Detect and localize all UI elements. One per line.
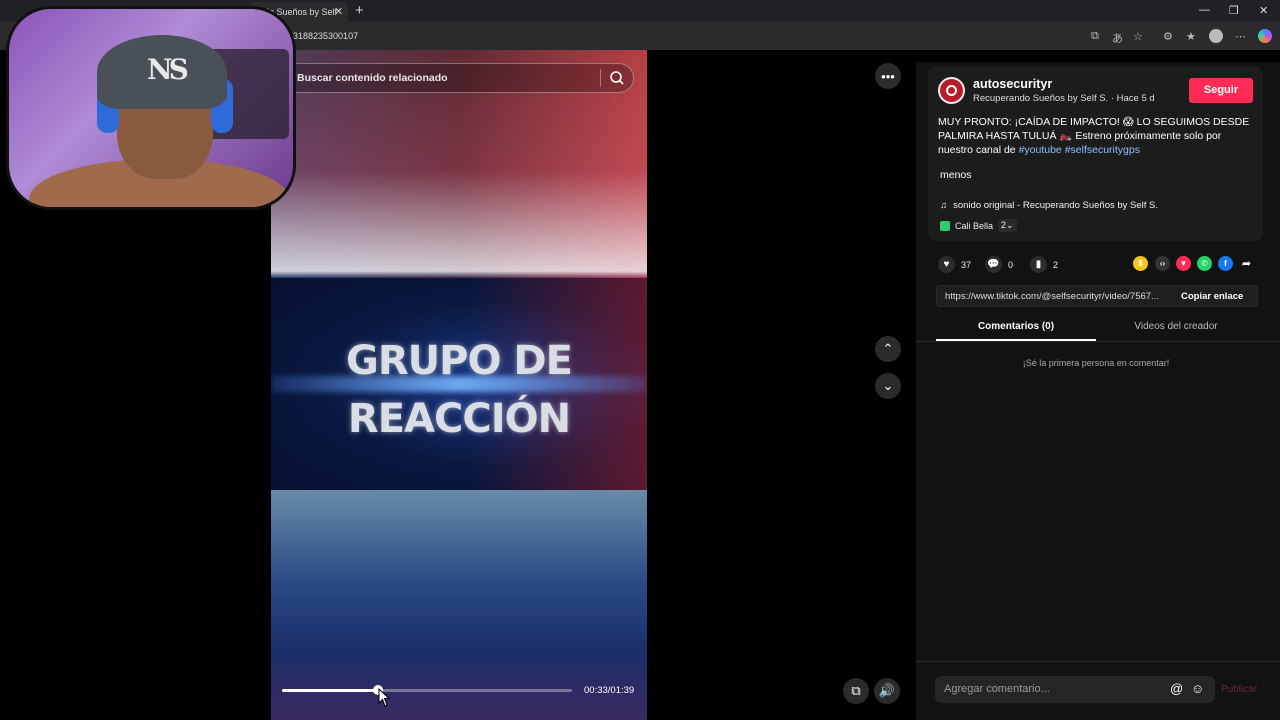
- copy-link-button[interactable]: Copiar enlace: [1181, 291, 1243, 302]
- translate-icon[interactable]: あ: [1112, 30, 1123, 46]
- next-video-button[interactable]: ⌄: [875, 373, 901, 399]
- collections-icon[interactable]: ★: [1186, 30, 1196, 43]
- progress-fill: [282, 689, 378, 692]
- minimize-icon[interactable]: —: [1199, 4, 1210, 16]
- comment-icon: 💬: [985, 256, 1002, 273]
- embed-icon[interactable]: ‹›: [1155, 256, 1170, 271]
- extensions-icon[interactable]: ⚙: [1163, 30, 1173, 43]
- send-to-friend-icon[interactable]: ▼: [1176, 256, 1191, 271]
- save-count: 2: [1053, 259, 1059, 270]
- url-text[interactable]: 53188235300107: [288, 31, 358, 41]
- pip-icon: ⧉: [851, 683, 861, 698]
- at-icon[interactable]: @: [1170, 681, 1183, 696]
- whatsapp-icon[interactable]: ✆: [1197, 256, 1212, 271]
- tab-divider: [916, 341, 1280, 342]
- close-window-icon[interactable]: ✕: [1259, 4, 1268, 17]
- collaborator-count-value: 2: [1001, 220, 1007, 230]
- favorite-star-icon[interactable]: ☆: [1133, 30, 1143, 43]
- share-link-url[interactable]: https://www.tiktok.com/@selfsecurityr/vi…: [945, 291, 1171, 302]
- volume-icon: 🔊: [878, 683, 896, 698]
- publish-button[interactable]: Publicar: [1221, 684, 1257, 695]
- creator-subline: Recuperando Sueños by Self S. · Hace 5 d: [973, 93, 1155, 104]
- music-label: sonido original - Recuperando Sueños by …: [953, 200, 1159, 211]
- comment-button[interactable]: 💬 0: [985, 256, 1013, 273]
- search-input[interactable]: Buscar contenido relacionado: [297, 72, 448, 84]
- video-caption: MUY PRONTO: ¡CAÍDA DE IMPACTO! 😱 LO SEGU…: [938, 115, 1256, 157]
- search-separator: [600, 69, 601, 87]
- restore-icon[interactable]: ❐: [1229, 4, 1239, 17]
- open-in-app-icon[interactable]: ⧉: [1091, 30, 1099, 43]
- like-count: 37: [961, 259, 972, 270]
- empty-comments-message: ¡Sé la primera persona en comentar!: [1022, 358, 1170, 368]
- more-options-button[interactable]: •••: [875, 63, 901, 89]
- tab-creator-videos[interactable]: Videos del creador: [1096, 321, 1256, 332]
- creator-username[interactable]: autosecurityr: [973, 77, 1052, 91]
- creator-avatar[interactable]: [938, 77, 965, 104]
- tab-close-icon[interactable]: ✕: [334, 5, 343, 18]
- video-title-overlay: GRUPO DE REACCIÓN: [271, 332, 647, 448]
- like-button[interactable]: ♥ 37: [938, 256, 971, 273]
- emoji-icon[interactable]: ☺: [1191, 681, 1204, 696]
- mouse-cursor-icon: [378, 688, 391, 707]
- music-note-icon: ♫: [940, 200, 948, 211]
- avatar-inner: [946, 85, 957, 96]
- comment-divider: [916, 661, 1280, 662]
- music-info[interactable]: ♫ sonido original - Recuperando Sueños by…: [940, 200, 1158, 211]
- video-title-line2: REACCIÓN: [347, 396, 571, 442]
- show-less-link[interactable]: menos: [940, 169, 972, 181]
- time-readout: 00:33/01:39: [584, 685, 635, 696]
- save-button[interactable]: ▮ 2: [1030, 256, 1058, 273]
- share-arrow-icon[interactable]: ➦: [1239, 256, 1254, 271]
- previous-video-button[interactable]: ⌃: [875, 336, 901, 362]
- volume-button[interactable]: 🔊: [874, 678, 900, 704]
- cap-logo: NS: [147, 53, 189, 86]
- collaborator-icon: [940, 220, 950, 231]
- chevron-down-icon: ⌄: [882, 378, 894, 393]
- copilot-icon[interactable]: [1258, 29, 1272, 43]
- more-icon: •••: [881, 68, 895, 84]
- video-progress-bar[interactable]: [282, 685, 572, 695]
- bookmark-icon: ▮: [1030, 256, 1047, 273]
- collaborator-count[interactable]: 2⌄: [998, 219, 1017, 232]
- browser-menu-icon[interactable]: ⋯: [1235, 30, 1246, 43]
- heart-icon: ♥: [938, 256, 955, 273]
- comment-placeholder[interactable]: Agregar comentario...: [944, 683, 1050, 695]
- coin-share-icon[interactable]: $: [1133, 256, 1148, 271]
- hashtag-selfsecuritygps[interactable]: #selfsecuritygps: [1065, 144, 1140, 156]
- collaborator-row[interactable]: Cali Bella 2⌄: [940, 219, 1017, 232]
- hashtag-youtube[interactable]: #youtube: [1019, 144, 1062, 156]
- pip-button[interactable]: ⧉: [843, 678, 869, 704]
- profile-avatar[interactable]: [1209, 29, 1223, 43]
- collaborator-name: Cali Bella: [955, 220, 994, 231]
- video-title-line1: GRUPO DE: [346, 338, 573, 384]
- comment-count: 0: [1008, 259, 1014, 270]
- new-tab-icon[interactable]: +: [355, 2, 364, 19]
- facebook-icon[interactable]: f: [1218, 256, 1233, 271]
- tab-comments[interactable]: Comentarios (0): [936, 321, 1096, 332]
- chevron-up-icon: ⌃: [882, 341, 894, 356]
- video-player[interactable]: GRUPO DE REACCIÓN: [271, 50, 647, 720]
- webcam-overlay: NS: [6, 6, 296, 210]
- search-icon[interactable]: [609, 70, 625, 86]
- follow-button[interactable]: Seguir: [1189, 78, 1253, 103]
